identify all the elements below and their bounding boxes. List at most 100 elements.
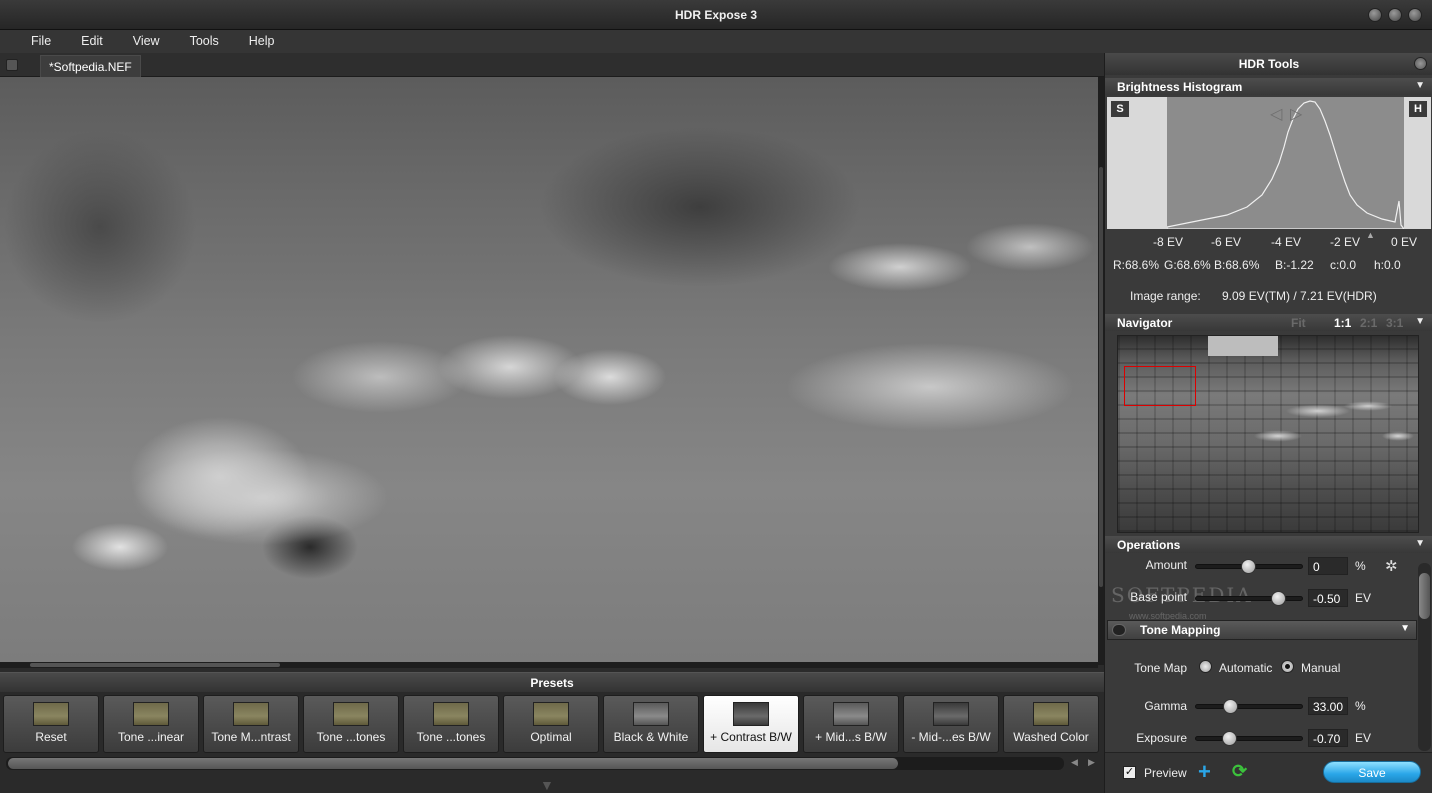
collapse-triangle-icon[interactable]: ▼ <box>1400 623 1410 634</box>
base-point-slider[interactable] <box>1195 591 1303 606</box>
tab-document[interactable]: *Softpedia.NEF <box>40 55 141 77</box>
preset-tone-linear[interactable]: Tone ...inear <box>103 695 199 753</box>
navigator-thumbnail[interactable] <box>1117 335 1419 533</box>
amount-value[interactable]: 0 <box>1308 557 1348 575</box>
menu-tools[interactable]: Tools <box>179 30 230 53</box>
amount-slider[interactable] <box>1195 559 1303 574</box>
zoom-3-1-button[interactable]: 3:1 <box>1386 316 1403 330</box>
ev-tick-label: -8 EV <box>1153 235 1184 249</box>
scroll-left-icon[interactable]: ◀ <box>1071 757 1078 768</box>
preset-thumbnail <box>133 702 169 726</box>
canvas-horizontal-scrollbar[interactable] <box>0 662 1098 668</box>
slider-knob[interactable] <box>1241 559 1256 574</box>
minimize-button[interactable] <box>1368 8 1382 22</box>
readout-g: G:68.6% <box>1164 258 1211 272</box>
add-icon[interactable]: + <box>1198 759 1211 785</box>
collapse-triangle-icon[interactable]: ▼ <box>1415 80 1425 91</box>
preset-black-white[interactable]: Black & White <box>603 695 699 753</box>
zoom-2-1-button[interactable]: 2:1 <box>1360 316 1377 330</box>
preset-plus-mid-bw[interactable]: + Mid...s B/W <box>803 695 899 753</box>
radio-manual-label[interactable]: Manual <box>1301 661 1340 675</box>
menu-edit[interactable]: Edit <box>70 30 114 53</box>
preset-optimal[interactable]: Optimal <box>503 695 599 753</box>
close-button[interactable] <box>1408 8 1422 22</box>
range-right-marker-icon[interactable]: ▷ <box>1290 104 1303 123</box>
gamma-unit: % <box>1355 699 1366 713</box>
gamma-label: Gamma <box>1144 699 1187 713</box>
maximize-button[interactable] <box>1388 8 1402 22</box>
menu-help[interactable]: Help <box>238 30 286 53</box>
navigator-viewport-rect[interactable] <box>1124 366 1196 406</box>
histogram-section-header[interactable]: Brightness Histogram ▼ <box>1105 78 1432 95</box>
amount-label: Amount <box>1145 558 1187 572</box>
exposure-label: Exposure <box>1136 731 1187 745</box>
zoom-1-1-button[interactable]: 1:1 <box>1334 316 1351 330</box>
save-button[interactable]: Save <box>1323 761 1421 783</box>
radio-automatic[interactable] <box>1199 660 1212 673</box>
preset-tone-contrast[interactable]: Tone M...ntrast <box>203 695 299 753</box>
section-title: Brightness Histogram <box>1117 80 1243 94</box>
presets-scrollbar[interactable]: ◀ ▶ <box>0 754 1104 774</box>
preset-label: + Contrast B/W <box>710 730 792 744</box>
scrollbar-thumb[interactable] <box>1419 573 1430 619</box>
refresh-icon[interactable]: ⟳ <box>1232 761 1247 782</box>
preset-label: Tone M...ntrast <box>211 730 291 744</box>
radio-automatic-label[interactable]: Automatic <box>1219 661 1272 675</box>
preset-thumbnail <box>733 702 769 726</box>
image-range-label: Image range: <box>1130 289 1201 303</box>
preset-contrast-bw[interactable]: + Contrast B/W <box>703 695 799 753</box>
bottom-strip: ▼ <box>0 774 1104 793</box>
base-point-value[interactable]: -0.50 <box>1308 589 1348 607</box>
radio-manual[interactable] <box>1281 660 1294 673</box>
slider-knob[interactable] <box>1223 699 1238 714</box>
exposure-marker-icon[interactable]: ▲ <box>1366 230 1375 240</box>
section-title: Tone Mapping <box>1140 623 1221 637</box>
tone-mapping-header[interactable]: Tone Mapping ▼ <box>1107 620 1417 640</box>
tone-mapping-toggle[interactable] <box>1112 624 1126 636</box>
collapse-presets-icon[interactable]: ▼ <box>540 777 554 793</box>
gamma-slider[interactable] <box>1195 699 1303 714</box>
highlight-clipping-button[interactable]: H <box>1409 101 1427 117</box>
preview-checkbox[interactable]: ✓ <box>1123 766 1136 779</box>
close-panel-icon[interactable] <box>1414 57 1427 70</box>
collapse-triangle-icon[interactable]: ▼ <box>1415 538 1425 549</box>
menu-file[interactable]: File <box>20 30 62 53</box>
preview-label[interactable]: Preview <box>1144 766 1187 780</box>
preset-reset[interactable]: Reset <box>3 695 99 753</box>
operations-section-header[interactable]: Operations ▼ <box>1105 536 1432 553</box>
range-left-marker-icon[interactable]: ◁ <box>1269 104 1283 123</box>
preset-minus-mid-bw[interactable]: - Mid-...es B/W <box>903 695 999 753</box>
scrollbar-thumb[interactable] <box>8 758 898 769</box>
menu-view[interactable]: View <box>122 30 171 53</box>
tone-map-row: Tone Map Automatic Manual <box>1105 658 1419 680</box>
gear-icon[interactable]: ✲ <box>1385 557 1398 575</box>
image-canvas[interactable] <box>0 77 1098 665</box>
preset-label: Tone ...tones <box>416 730 486 744</box>
preset-thumbnail <box>333 702 369 726</box>
preset-tone-tones-1[interactable]: Tone ...tones <box>303 695 399 753</box>
scroll-right-icon[interactable]: ▶ <box>1088 757 1095 768</box>
slider-knob[interactable] <box>1222 731 1237 746</box>
navigator-section-header[interactable]: Navigator ▼ <box>1105 314 1432 331</box>
scrollbar-thumb[interactable] <box>1099 167 1103 587</box>
menu-bar-right <box>1104 30 1432 53</box>
panel-scrollbar[interactable] <box>1418 563 1431 751</box>
tab-menu-icon[interactable] <box>6 59 18 71</box>
gamma-row: Gamma 33.00 % <box>1105 696 1419 718</box>
preset-label: Tone ...tones <box>316 730 386 744</box>
title-bar: HDR Expose 3 <box>0 0 1432 30</box>
preset-label: Optimal <box>530 730 572 744</box>
scrollbar-thumb[interactable] <box>30 663 280 667</box>
window-title: HDR Expose 3 <box>674 8 758 22</box>
preset-tone-tones-2[interactable]: Tone ...tones <box>403 695 499 753</box>
slider-knob[interactable] <box>1271 591 1286 606</box>
panel-title: HDR Tools <box>1238 57 1300 71</box>
shadow-clipping-button[interactable]: S <box>1111 101 1129 117</box>
gamma-value[interactable]: 33.00 <box>1308 697 1348 715</box>
preset-washed-color[interactable]: Washed Color <box>1003 695 1099 753</box>
zoom-fit-button[interactable]: Fit <box>1291 316 1306 330</box>
collapse-triangle-icon[interactable]: ▼ <box>1415 316 1425 327</box>
exposure-slider[interactable] <box>1195 731 1303 746</box>
preset-label: Reset <box>35 730 67 744</box>
exposure-value[interactable]: -0.70 <box>1308 729 1348 747</box>
